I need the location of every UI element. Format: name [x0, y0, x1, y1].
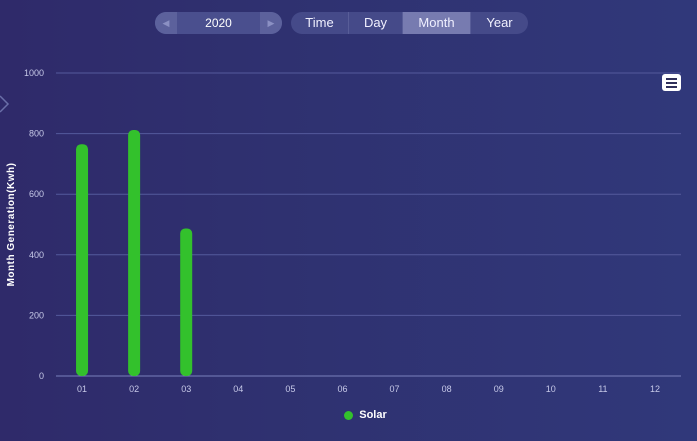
y-tick-label: 0: [39, 371, 44, 381]
y-tick-label: 800: [29, 129, 44, 139]
x-tick-label: 11: [598, 384, 607, 394]
x-tick-label: 10: [546, 384, 556, 394]
legend-item-solar[interactable]: Solar: [344, 409, 387, 421]
x-tick-label: 02: [129, 384, 139, 394]
bar-chart: 0 200 400 600 800 1000 01 02 03 04 05 06 07 08 09 10 11 1…: [6, 68, 681, 394]
legend-marker: [344, 410, 354, 420]
legend-label: Solar: [359, 409, 387, 421]
x-tick-label: 03: [181, 384, 191, 394]
x-tick-label: 01: [77, 384, 87, 394]
bar-03: [180, 228, 193, 376]
y-tick-label: 200: [29, 310, 44, 320]
y-axis-title: Month Generation(Kwh): [6, 163, 17, 287]
y-tick-label: 1000: [24, 68, 44, 78]
x-tick-label: 04: [233, 384, 243, 394]
x-tick-label: 09: [494, 384, 504, 394]
y-tick-label: 600: [29, 189, 44, 199]
bar-01: [76, 144, 89, 376]
x-tick-label: 07: [390, 384, 400, 394]
x-tick-label: 06: [337, 384, 347, 394]
legend: Solar: [0, 409, 697, 423]
x-tick-label: 05: [285, 384, 295, 394]
bar-02: [128, 129, 141, 376]
x-tick-label: 12: [650, 384, 660, 394]
x-tick-label: 08: [442, 384, 452, 394]
y-tick-label: 400: [29, 250, 44, 260]
